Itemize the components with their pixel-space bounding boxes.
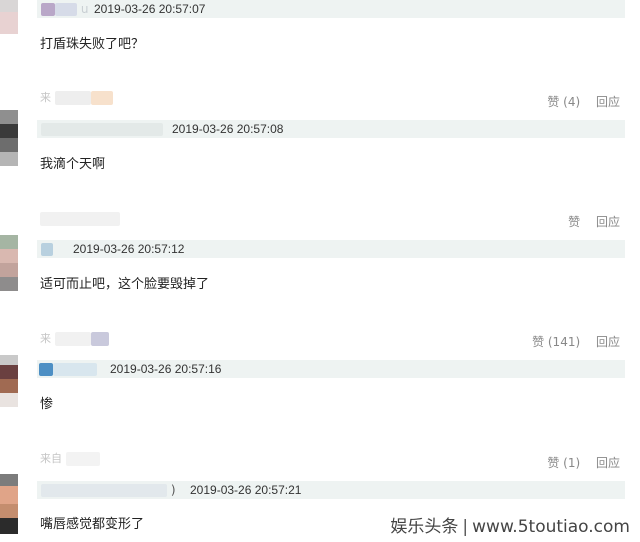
username[interactable]: [41, 122, 163, 136]
avatar[interactable]: [0, 474, 18, 534]
comment-timestamp: 2019-03-26 20:57:07: [94, 2, 206, 16]
username[interactable]: [41, 242, 53, 256]
username[interactable]: ): [41, 483, 176, 497]
comment-source: 来: [40, 91, 113, 105]
reply-button[interactable]: 回应: [596, 95, 620, 109]
comment-text: 惨: [40, 397, 54, 412]
username[interactable]: u: [41, 2, 88, 16]
watermark: 娱乐头条 | www.5toutiao.com: [390, 517, 630, 537]
comment-timestamp: 2019-03-26 20:57:12: [73, 242, 185, 256]
avatar[interactable]: [0, 110, 18, 166]
comment-timestamp: 2019-03-26 20:57:16: [110, 362, 222, 376]
comment-text: 我滴个天啊: [40, 157, 106, 172]
comment-actions: 赞 回应: [556, 215, 620, 229]
comment-meta-bar: 2019-03-26 20:57:16: [37, 360, 625, 378]
comment-source: 来自: [40, 452, 100, 466]
comment-meta-bar: ) 2019-03-26 20:57:21: [37, 481, 625, 499]
comment-text: 打盾珠失败了吧？: [40, 37, 145, 52]
comment-actions: 赞 (1) 回应: [535, 456, 620, 470]
username[interactable]: [39, 362, 97, 376]
avatar[interactable]: [0, 0, 18, 34]
comment-text: 适可而止吧，这个脸要毁掉了: [40, 277, 210, 292]
comment-actions: 赞 (141) 回应: [520, 335, 620, 349]
avatar[interactable]: [0, 355, 18, 411]
comment-meta-bar: 2019-03-26 20:57:08: [37, 120, 625, 138]
avatar[interactable]: [0, 235, 18, 291]
comment-source: 来: [40, 332, 109, 346]
reply-button[interactable]: 回应: [596, 335, 620, 349]
like-button[interactable]: 赞 (4): [547, 95, 580, 109]
reply-button[interactable]: 回应: [596, 215, 620, 229]
comment-meta-bar: u 2019-03-26 20:57:07: [37, 0, 625, 18]
comment-source: [40, 212, 120, 226]
reply-button[interactable]: 回应: [596, 456, 620, 470]
comment-timestamp: 2019-03-26 20:57:08: [172, 122, 284, 136]
comment-meta-bar: 2019-03-26 20:57:12: [37, 240, 625, 258]
watermark-site: www.5toutiao.com: [472, 517, 630, 537]
comment-text: 嘴唇感觉都变形了: [40, 517, 145, 532]
comment-actions: 赞 (4) 回应: [535, 95, 620, 109]
watermark-brand: 娱乐头条: [390, 517, 459, 537]
comment-timestamp: 2019-03-26 20:57:21: [190, 483, 302, 497]
like-button[interactable]: 赞: [568, 215, 580, 229]
like-button[interactable]: 赞 (1): [547, 456, 580, 470]
like-button[interactable]: 赞 (141): [532, 335, 580, 349]
